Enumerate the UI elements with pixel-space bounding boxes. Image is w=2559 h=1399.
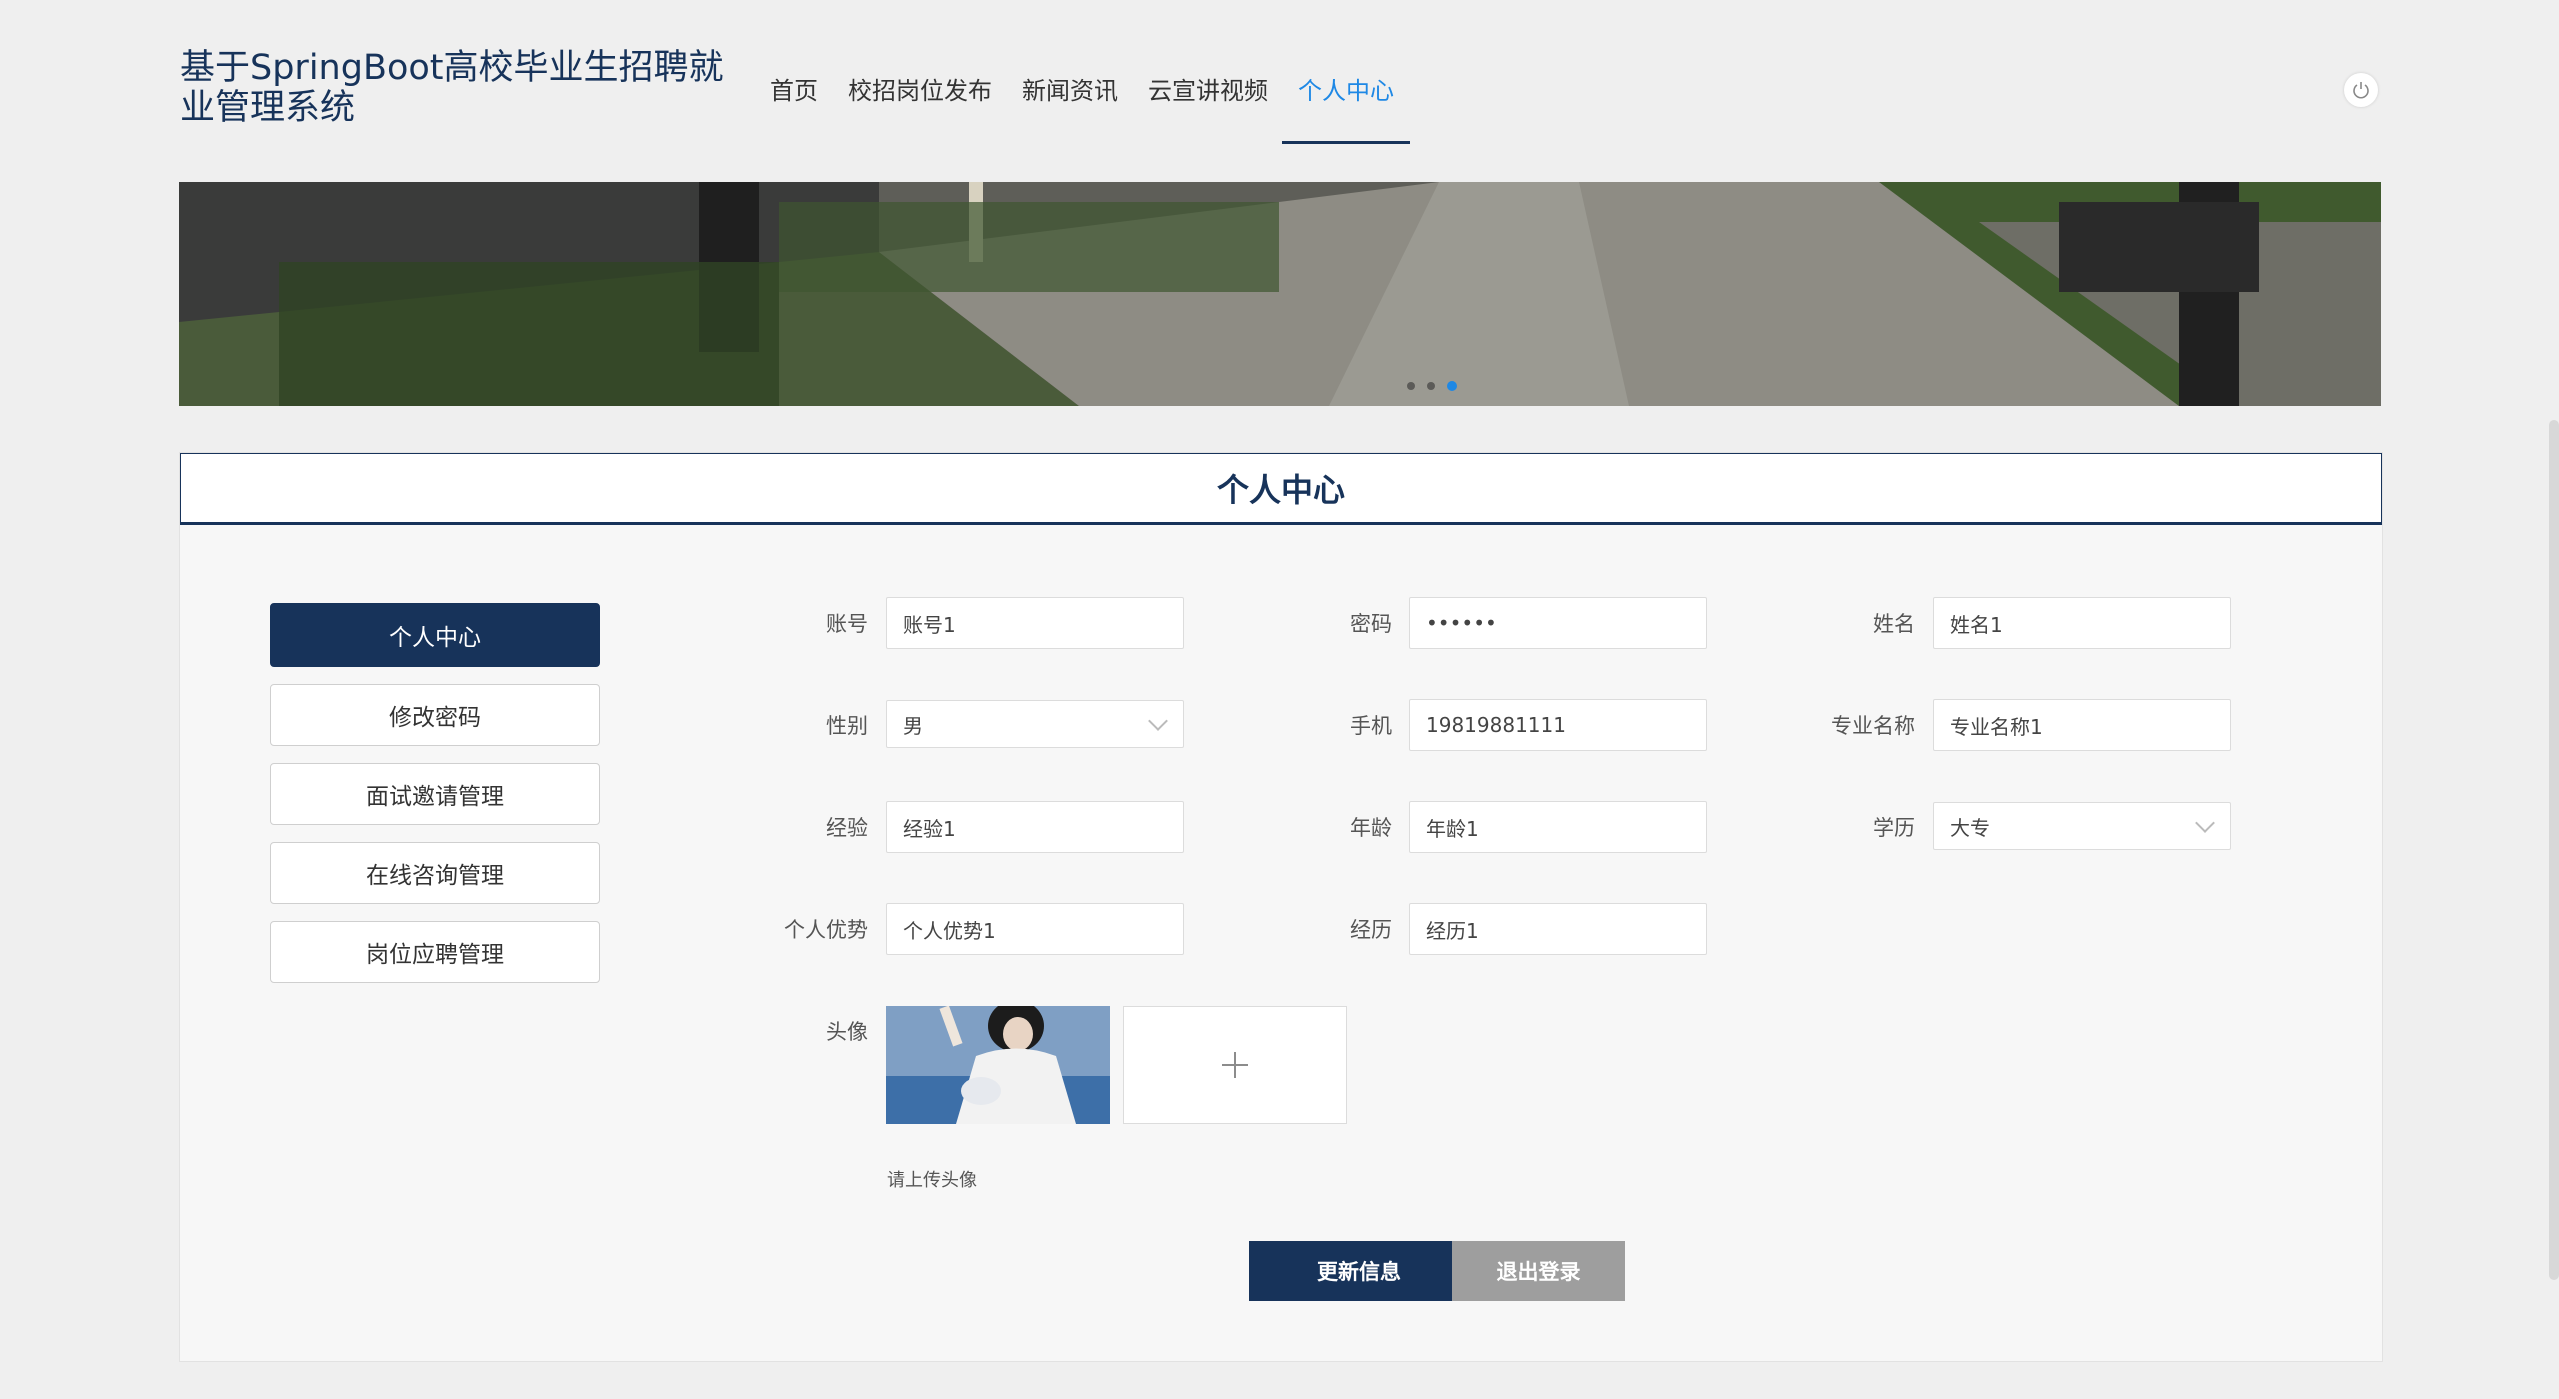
major-label: 专业名称 — [1831, 714, 1915, 738]
avatar-upload-button[interactable] — [1123, 1006, 1347, 1124]
phone-label: 手机 — [1350, 714, 1392, 738]
nav-home[interactable]: 首页 — [770, 60, 818, 144]
gender-value: 男 — [903, 713, 923, 738]
side-menu: 个人中心 修改密码 面试邀请管理 在线咨询管理 岗位应聘管理 — [270, 603, 600, 1000]
carousel-dot[interactable] — [1407, 382, 1415, 390]
gender-select[interactable]: 男 — [886, 700, 1184, 748]
chevron-down-icon — [1148, 711, 1168, 731]
carousel-dot[interactable] — [1427, 382, 1435, 390]
age-label: 年龄 — [1350, 816, 1392, 840]
carousel-dots — [1407, 381, 1457, 391]
side-item-online-consult[interactable]: 在线咨询管理 — [270, 842, 600, 904]
nav-news[interactable]: 新闻资讯 — [1022, 60, 1118, 144]
avatar-image[interactable] — [886, 1006, 1110, 1124]
strength-field[interactable]: 个人优势1 — [886, 903, 1184, 955]
nav-personal-center[interactable]: 个人中心 — [1282, 60, 1410, 144]
side-item-interview-invites[interactable]: 面试邀请管理 — [270, 763, 600, 825]
experience-field[interactable]: 经验1 — [886, 801, 1184, 853]
chevron-down-icon — [2195, 813, 2215, 833]
account-field[interactable]: 账号1 — [886, 597, 1184, 649]
phone-field[interactable]: 19819881111 — [1409, 699, 1707, 751]
avatar-label: 头像 — [826, 1020, 868, 1044]
nav-campus-jobs[interactable]: 校招岗位发布 — [848, 60, 992, 144]
nav-cloud-videos[interactable]: 云宣讲视频 — [1148, 60, 1268, 144]
carousel-dot-active[interactable] — [1447, 381, 1457, 391]
power-icon[interactable] — [2344, 73, 2378, 107]
strength-label: 个人优势 — [784, 918, 868, 942]
account-label: 账号 — [826, 612, 868, 636]
site-title: 基于SpringBoot高校毕业生招聘就业管理系统 — [180, 48, 724, 128]
personal-center-panel: 个人中心 个人中心 修改密码 面试邀请管理 在线咨询管理 岗位应聘管理 账号 账… — [179, 452, 2383, 1362]
side-item-change-password[interactable]: 修改密码 — [270, 684, 600, 746]
name-label: 姓名 — [1873, 612, 1915, 636]
plus-icon — [1222, 1052, 1248, 1078]
update-info-button[interactable]: 更新信息 — [1249, 1241, 1469, 1301]
banner-image — [179, 182, 2381, 406]
panel-title: 个人中心 — [180, 453, 2382, 525]
gender-label: 性别 — [826, 714, 868, 738]
education-select[interactable]: 大专 — [1933, 802, 2231, 850]
education-label: 学历 — [1873, 816, 1915, 840]
education-value: 大专 — [1950, 815, 1990, 840]
password-field[interactable]: •••••• — [1409, 597, 1707, 649]
experience-label: 经验 — [826, 816, 868, 840]
age-field[interactable]: 年龄1 — [1409, 801, 1707, 853]
side-item-job-applications[interactable]: 岗位应聘管理 — [270, 921, 600, 983]
logout-button[interactable]: 退出登录 — [1452, 1241, 1625, 1301]
banner-carousel[interactable] — [179, 182, 2381, 406]
side-item-personal-center[interactable]: 个人中心 — [270, 603, 600, 667]
main-nav: 首页 校招岗位发布 新闻资讯 云宣讲视频 个人中心 — [770, 60, 1424, 144]
password-label: 密码 — [1350, 612, 1392, 636]
major-field[interactable]: 专业名称1 — [1933, 699, 2231, 751]
name-field[interactable]: 姓名1 — [1933, 597, 2231, 649]
page-scrollbar[interactable] — [2549, 420, 2559, 1280]
history-field[interactable]: 经历1 — [1409, 903, 1707, 955]
avatar-hint: 请上传头像 — [887, 1170, 977, 1191]
history-label: 经历 — [1350, 918, 1392, 942]
